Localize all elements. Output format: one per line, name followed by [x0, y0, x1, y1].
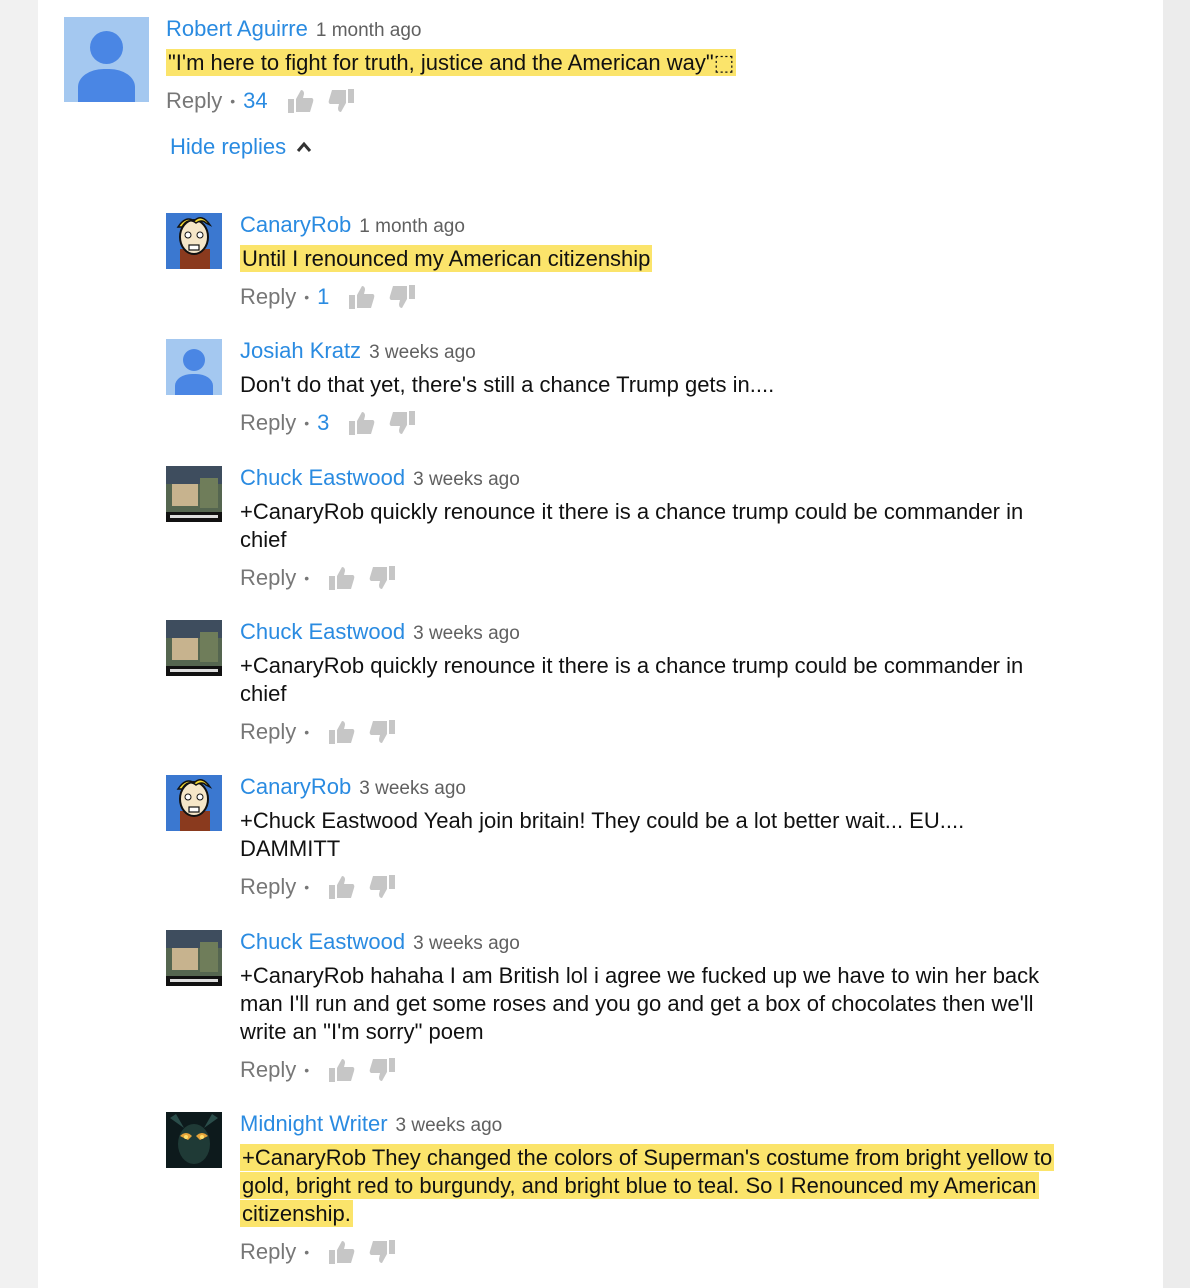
comment-text: Don't do that yet, there's still a chanc…	[240, 372, 775, 397]
reply-button[interactable]: Reply	[240, 874, 296, 900]
comment-actions: Reply •	[240, 565, 1120, 591]
separator: •	[304, 289, 310, 305]
author-name[interactable]: CanaryRob	[240, 212, 351, 237]
timestamp[interactable]: 3 weeks ago	[396, 1115, 503, 1136]
thumbs-down-icon[interactable]	[328, 89, 354, 113]
photo-avatar[interactable]	[166, 620, 222, 676]
comment-actions: Reply • 3	[240, 410, 1120, 436]
thumbs-up-icon[interactable]	[349, 285, 375, 309]
timestamp[interactable]: 3 weeks ago	[369, 342, 476, 363]
highlighted-text: +CanaryRob They changed the colors of Su…	[240, 1144, 1055, 1227]
comment-actions: Reply • 1	[240, 284, 1120, 310]
reply-comment: Chuck Eastwood 3 weeks ago +CanaryRob qui…	[240, 465, 1120, 591]
separator: •	[230, 93, 236, 109]
default-user-icon-body	[175, 374, 213, 395]
thumbs-down-icon[interactable]	[369, 875, 396, 899]
timestamp[interactable]: 3 weeks ago	[413, 933, 520, 954]
default-user-icon-body	[78, 69, 135, 102]
comment-text: +Chuck Eastwood Yeah join britain! They …	[240, 808, 965, 861]
comment-text: Until I renounced my American citizenshi…	[240, 245, 1120, 273]
thumbs-up-icon[interactable]	[329, 720, 355, 744]
author-name[interactable]: Robert Aguirre	[166, 16, 308, 41]
thumbs-up-icon[interactable]	[329, 1058, 355, 1082]
reply-button[interactable]: Reply	[240, 719, 296, 745]
reply-button[interactable]: Reply	[240, 410, 296, 436]
comment-text: +CanaryRob quickly renounce it there is …	[240, 653, 1024, 706]
timestamp[interactable]: 1 month ago	[316, 20, 422, 41]
canary-cartoon-avatar[interactable]	[166, 213, 222, 269]
photo-avatar[interactable]	[166, 930, 222, 986]
highlighted-text: Until I renounced my American citizenshi…	[240, 245, 653, 272]
dark-fantasy-avatar[interactable]	[166, 1112, 222, 1168]
avatar[interactable]	[64, 17, 149, 102]
comment-header: Robert Aguirre 1 month ago	[166, 16, 1066, 42]
separator: •	[304, 724, 310, 740]
like-count: 34	[243, 88, 268, 113]
timestamp[interactable]: 3 weeks ago	[413, 623, 520, 644]
comment-actions: Reply •	[240, 1057, 1120, 1083]
like-count: 3	[317, 410, 330, 435]
canary-cartoon-avatar[interactable]	[166, 775, 222, 831]
comment-text: +CanaryRob quickly renounce it there is …	[240, 499, 1024, 552]
reply-button[interactable]: Reply	[240, 1239, 296, 1265]
author-name[interactable]: Chuck Eastwood	[240, 929, 405, 954]
reply-button[interactable]: Reply	[166, 88, 222, 114]
avatar[interactable]	[166, 339, 222, 395]
author-name[interactable]: Chuck Eastwood	[240, 619, 405, 644]
reply-button[interactable]: Reply	[240, 284, 296, 310]
hide-replies-button[interactable]: Hide replies	[170, 134, 312, 160]
highlighted-text: "I'm here to fight for truth, justice an…	[166, 49, 737, 76]
timestamp[interactable]: 3 weeks ago	[359, 778, 466, 799]
thumbs-up-icon[interactable]	[349, 411, 375, 435]
author-name[interactable]: Chuck Eastwood	[240, 465, 405, 490]
reply-button[interactable]: Reply	[240, 1057, 296, 1083]
reply-comment: Chuck Eastwood 3 weeks ago +CanaryRob qui…	[240, 619, 1120, 745]
timestamp[interactable]: 1 month ago	[359, 216, 465, 237]
like-count: 1	[317, 284, 330, 309]
separator: •	[304, 570, 310, 586]
thumbs-down-icon[interactable]	[369, 1058, 396, 1082]
thumbs-up-icon[interactable]	[329, 1240, 355, 1264]
comment-text: +CanaryRob They changed the colors of Su…	[240, 1144, 1090, 1228]
comment-text: +CanaryRob hahaha I am British lol i agr…	[240, 963, 1040, 1044]
comment: Robert Aguirre 1 month ago "I'm here to f…	[166, 16, 1066, 114]
timestamp[interactable]: 3 weeks ago	[413, 469, 520, 490]
default-user-icon	[183, 349, 205, 371]
reply-button[interactable]: Reply	[240, 565, 296, 591]
reply-comment: CanaryRob 1 month ago Until I renounced m…	[240, 212, 1120, 310]
thumbs-up-icon[interactable]	[287, 89, 314, 113]
separator: •	[304, 415, 310, 431]
comment-actions: Reply • 34	[166, 88, 1066, 114]
comment-actions: Reply •	[240, 874, 1120, 900]
reply-comment: Josiah Kratz 3 weeks ago Don't do that ye…	[240, 338, 1120, 436]
thumbs-down-icon[interactable]	[369, 720, 396, 744]
comment-text: "I'm here to fight for truth, justice an…	[166, 49, 1066, 77]
comment-actions: Reply •	[240, 719, 1120, 745]
scrollbar-track[interactable]	[1163, 0, 1190, 1288]
reply-comment: Midnight Writer 3 weeks ago +CanaryRob Th…	[240, 1111, 1120, 1265]
separator: •	[304, 1244, 310, 1260]
chevron-up-icon	[297, 141, 312, 152]
author-name[interactable]: CanaryRob	[240, 774, 351, 799]
comment-actions: Reply •	[240, 1239, 1120, 1265]
author-name[interactable]: Midnight Writer	[240, 1111, 388, 1136]
thumbs-up-icon[interactable]	[329, 875, 355, 899]
separator: •	[304, 1062, 310, 1078]
photo-avatar[interactable]	[166, 466, 222, 522]
thumbs-down-icon[interactable]	[369, 1240, 396, 1264]
thumbs-up-icon[interactable]	[329, 566, 355, 590]
reply-comment: CanaryRob 3 weeks ago +Chuck Eastwood Yea…	[240, 774, 1120, 900]
hide-replies-label: Hide replies	[170, 134, 287, 159]
author-name[interactable]: Josiah Kratz	[240, 338, 361, 363]
default-user-icon	[90, 31, 123, 64]
thumbs-down-icon[interactable]	[369, 566, 396, 590]
reply-comment: Chuck Eastwood 3 weeks ago +CanaryRob hah…	[240, 929, 1120, 1083]
thumbs-down-icon[interactable]	[389, 285, 416, 309]
separator: •	[304, 879, 310, 895]
thumbs-down-icon[interactable]	[389, 411, 416, 435]
